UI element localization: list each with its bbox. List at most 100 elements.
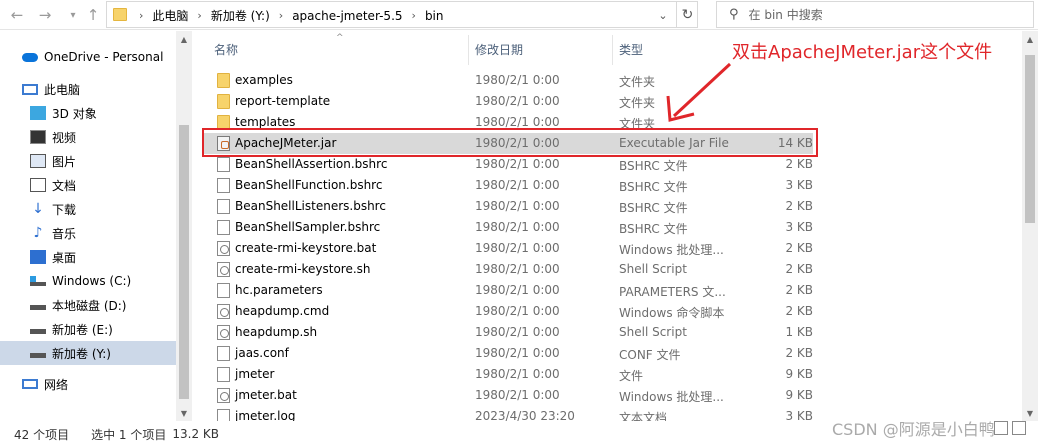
details-view-icon[interactable] (994, 421, 1008, 435)
file-name: heapdump.cmd (235, 304, 330, 318)
file-size: 9 KB (785, 367, 813, 381)
back-arrow-icon[interactable]: ← (6, 0, 28, 30)
sidebar-item-pictures[interactable]: 图片 (0, 149, 176, 173)
search-placeholder: 在 bin 中搜索 (748, 8, 823, 22)
scroll-up-icon[interactable]: ▲ (176, 31, 192, 47)
file-icon (217, 157, 230, 172)
sidebar-item-label: Windows (C:) (52, 274, 132, 288)
table-row[interactable]: create-rmi-keystore.sh 1980/2/1 0:00 Shell… (203, 259, 813, 280)
watermark: CSDN @阿源是小白鸭 (832, 420, 995, 439)
col-date[interactable]: 修改日期 (475, 41, 523, 58)
folder-icon (217, 94, 230, 109)
file-type: 文件夹 (619, 96, 656, 110)
file-size: 2 KB (785, 283, 813, 297)
large-icons-view-icon[interactable] (1012, 421, 1026, 435)
refresh-icon[interactable]: ↻ (676, 2, 698, 27)
column-divider[interactable] (612, 35, 613, 65)
pictures-icon (30, 154, 46, 168)
chevron-right-icon[interactable]: › (191, 9, 207, 22)
crumb-this-pc[interactable]: 此电脑 (149, 7, 191, 24)
file-icon (217, 283, 230, 298)
crumb-jmeter[interactable]: apache-jmeter-5.5 (289, 9, 405, 23)
file-list-scrollbar[interactable]: ▲ ▼ (1022, 31, 1038, 421)
column-divider[interactable] (468, 35, 469, 65)
chevron-right-icon[interactable]: › (133, 9, 149, 22)
file-name: jmeter (235, 367, 275, 381)
table-row[interactable]: heapdump.cmd 1980/2/1 0:00 Windows 命令脚本 2 K… (203, 301, 813, 322)
script-file-icon (217, 262, 230, 277)
crumb-bin[interactable]: bin (422, 9, 447, 23)
chevron-down-icon[interactable]: ▾ (62, 0, 84, 30)
sidebar-item-label: 此电脑 (44, 82, 81, 97)
scrollbar-thumb[interactable] (179, 125, 189, 399)
sidebar-item-label: 新加卷 (Y:) (52, 346, 111, 361)
file-date: 1980/2/1 0:00 (475, 346, 560, 360)
sidebar-item-3d[interactable]: 3D 对象 (0, 101, 176, 125)
sidebar-item-drive-e[interactable]: 新加卷 (E:) (0, 317, 176, 341)
drive-icon (30, 301, 46, 310)
scroll-up-icon[interactable]: ▲ (1022, 31, 1038, 47)
table-row[interactable]: BeanShellAssertion.bshrc 1980/2/1 0:00 BSH… (203, 154, 813, 175)
scroll-down-icon[interactable]: ▼ (1022, 405, 1038, 421)
search-input[interactable]: ⚲ 在 bin 中搜索 (716, 1, 1034, 28)
up-arrow-icon[interactable]: ↑ (82, 0, 104, 30)
scroll-down-icon[interactable]: ▼ (176, 405, 192, 421)
sidebar-item-drive-y[interactable]: 新加卷 (Y:) (0, 341, 176, 365)
table-row[interactable]: hc.parameters 1980/2/1 0:00 PARAMETERS 文..… (203, 280, 813, 301)
annotation-text: 双击ApacheJMeter.jar这个文件 (732, 42, 993, 63)
table-row[interactable]: BeanShellSampler.bshrc 1980/2/1 0:00 BSHRC… (203, 217, 813, 238)
computer-icon (22, 83, 38, 95)
selected-size: 13.2 KB (172, 427, 219, 441)
table-row[interactable]: jmeter 1980/2/1 0:00 文件 9 KB (203, 364, 813, 385)
file-type: 文件 (619, 369, 644, 383)
network-icon (22, 379, 38, 389)
table-row[interactable]: create-rmi-keystore.bat 1980/2/1 0:00 Wind… (203, 238, 813, 259)
file-name: templates (235, 115, 296, 129)
sidebar-item-music[interactable]: ♪ 音乐 (0, 221, 176, 245)
sidebar-item-onedrive[interactable]: OneDrive - Personal (0, 45, 176, 69)
file-name: create-rmi-keystore.bat (235, 241, 377, 255)
script-file-icon (217, 388, 230, 403)
sidebar-item-documents[interactable]: 文档 (0, 173, 176, 197)
scrollbar-thumb[interactable] (1025, 55, 1035, 223)
col-type[interactable]: 类型 (619, 41, 643, 58)
sidebar-item-desktop[interactable]: 桌面 (0, 245, 176, 269)
file-date: 1980/2/1 0:00 (475, 241, 560, 255)
file-name: BeanShellFunction.bshrc (235, 178, 383, 192)
col-name[interactable]: 名称 (214, 41, 238, 58)
file-size: 3 KB (785, 220, 813, 234)
table-row[interactable]: heapdump.sh 1980/2/1 0:00 Shell Script 1 KB (203, 322, 813, 343)
chevron-right-icon[interactable]: › (273, 9, 289, 22)
file-type: Shell Script (619, 325, 687, 339)
crumb-drive-y[interactable]: 新加卷 (Y:) (208, 7, 273, 24)
file-icon (217, 178, 230, 193)
navigation-pane: OneDrive - Personal 此电脑 3D 对象 视频 图片 文档 ↓… (0, 31, 192, 421)
file-size: 2 KB (785, 199, 813, 213)
file-name: hc.parameters (235, 283, 323, 297)
table-row[interactable]: jmeter.bat 1980/2/1 0:00 Windows 批处理... 9 K… (203, 385, 813, 406)
sidebar-item-drive-d[interactable]: 本地磁盘 (D:) (0, 293, 176, 317)
file-date: 1980/2/1 0:00 (475, 199, 560, 213)
sidebar-item-drive-c[interactable]: Windows (C:) (0, 269, 176, 293)
file-type: Windows 批处理... (619, 390, 724, 404)
sidebar-item-network[interactable]: 网络 (0, 372, 176, 396)
file-size: 9 KB (785, 388, 813, 402)
file-date: 1980/2/1 0:00 (475, 115, 560, 129)
table-row[interactable]: jaas.conf 1980/2/1 0:00 CONF 文件 2 KB (203, 343, 813, 364)
search-icon: ⚲ (729, 7, 739, 22)
sidebar-item-download[interactable]: ↓ 下载 (0, 197, 176, 221)
drive-icon (30, 349, 46, 358)
file-size: 2 KB (785, 157, 813, 171)
sidebar-item-video[interactable]: 视频 (0, 125, 176, 149)
sidebar-scrollbar[interactable]: ▲ ▼ (176, 31, 192, 421)
address-bar[interactable]: › 此电脑 › 新加卷 (Y:) › apache-jmeter-5.5 › b… (106, 1, 698, 28)
table-row[interactable]: BeanShellListeners.bshrc 1980/2/1 0:00 BSH… (203, 196, 813, 217)
file-date: 1980/2/1 0:00 (475, 304, 560, 318)
sidebar-item-this-pc[interactable]: 此电脑 (0, 77, 176, 101)
breadcrumb: › 此电脑 › 新加卷 (Y:) › apache-jmeter-5.5 › b… (133, 2, 447, 29)
table-row[interactable]: BeanShellFunction.bshrc 1980/2/1 0:00 BSHR… (203, 175, 813, 196)
address-dropdown-icon[interactable]: ⌄ (655, 2, 671, 29)
chevron-right-icon[interactable]: › (406, 9, 422, 22)
file-name: report-template (235, 94, 331, 108)
forward-arrow-icon[interactable]: → (34, 0, 56, 30)
